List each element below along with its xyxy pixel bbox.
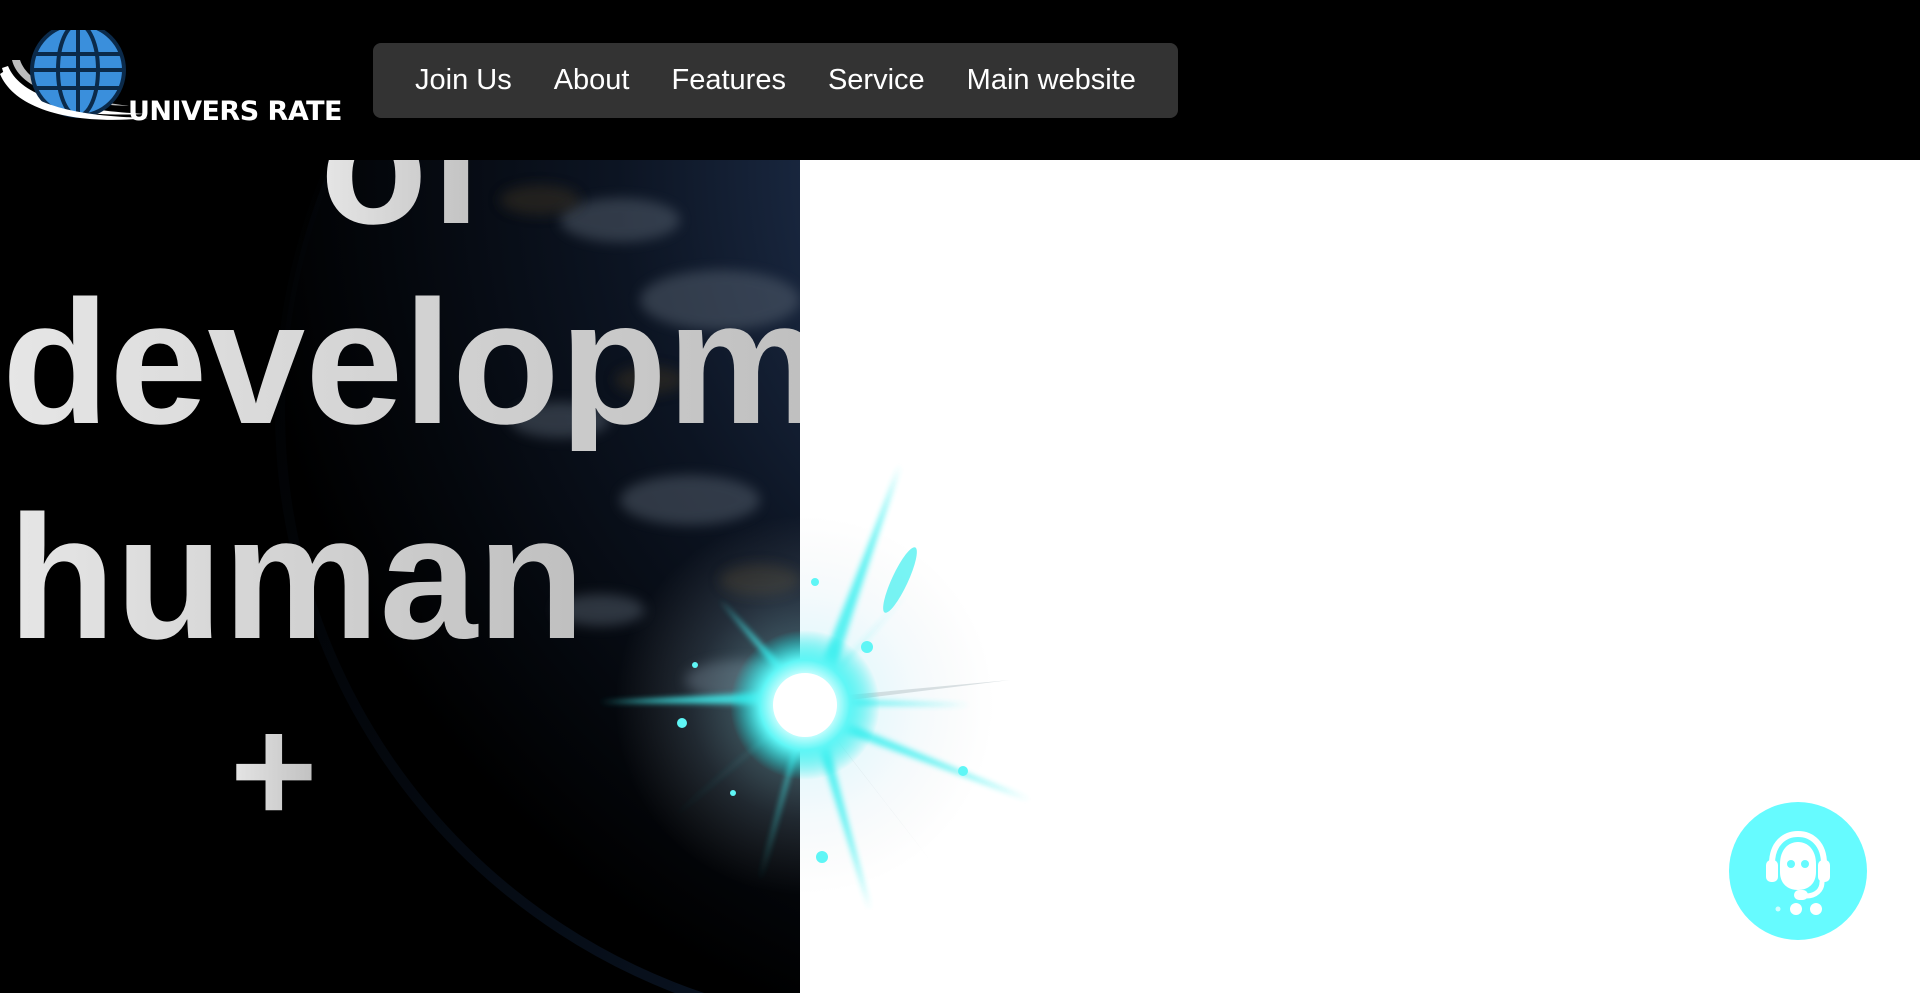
hero-text-line: of — [320, 160, 486, 251]
main-nav: Join Us About Features Service Main webs… — [373, 43, 1178, 118]
support-chat-button[interactable] — [1729, 802, 1867, 940]
hero-text-line: human — [8, 480, 585, 676]
nav-service[interactable]: Service — [828, 64, 925, 97]
nav-about[interactable]: About — [554, 64, 630, 97]
nav-features[interactable]: Features — [672, 64, 786, 97]
brand-name: UNIVERS RATE — [128, 96, 343, 127]
hero-text-line: developm — [2, 275, 800, 451]
nav-main-website[interactable]: Main website — [967, 64, 1136, 97]
hero-text-line: + — [230, 686, 318, 854]
headset-support-icon — [1766, 830, 1830, 915]
nav-join-us[interactable]: Join Us — [415, 64, 512, 97]
site-header: UNIVERS RATE Join Us About Features Serv… — [0, 0, 1920, 160]
hero-section: of developm human + — [0, 160, 800, 993]
page: UNIVERS RATE Join Us About Features Serv… — [0, 0, 1920, 993]
brand-logo[interactable]: UNIVERS RATE — [0, 30, 343, 127]
